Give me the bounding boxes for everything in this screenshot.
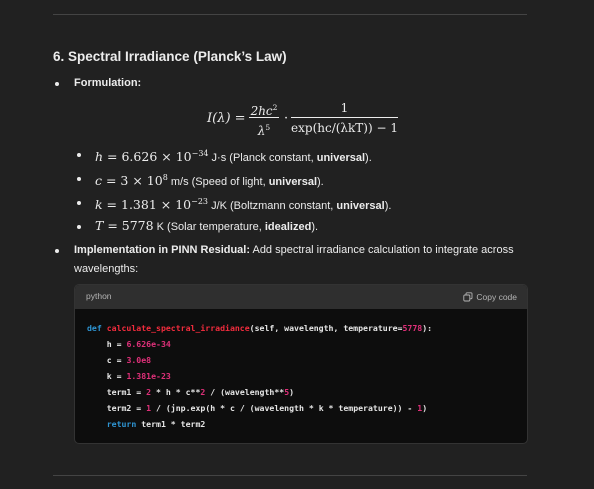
code-keyword-def: def bbox=[87, 323, 107, 333]
constant-c: c = 3 × 108 m/s (Speed of light, univers… bbox=[95, 171, 324, 189]
constant-t-qualifier: idealized bbox=[264, 221, 312, 233]
copy-code-label: Copy code bbox=[476, 292, 517, 302]
top-divider bbox=[53, 14, 527, 15]
code-c-assign: c = bbox=[87, 355, 127, 365]
bullet-implementation bbox=[55, 249, 59, 253]
constant-k-symbol: k bbox=[95, 197, 103, 212]
code-k-value: 1.381e-23 bbox=[126, 371, 171, 381]
code-term1-part-b: * h * c** bbox=[151, 387, 201, 397]
code-line-1: def calculate_spectral_irradiance(self, … bbox=[87, 323, 432, 333]
code-term1-end: ) bbox=[289, 387, 295, 397]
code-term1-part-c: / (wavelength** bbox=[205, 387, 285, 397]
section-heading: 6. Spectral Irradiance (Planck’s Law) bbox=[53, 49, 287, 64]
code-return-expr: term1 * term2 bbox=[136, 419, 206, 429]
implementation-label: Implementation in PINN Residual: bbox=[74, 244, 251, 256]
formula-fraction-1: 2hc2 λ5 bbox=[249, 100, 279, 138]
code-term2-assign: term2 = bbox=[87, 403, 147, 413]
constant-h-tail: ). bbox=[365, 152, 372, 164]
formula-lhs: I(λ) = bbox=[207, 111, 246, 126]
formula-frac2-num: 1 bbox=[340, 101, 349, 115]
copy-code-button[interactable]: Copy code bbox=[463, 290, 517, 304]
bullet-formulation bbox=[55, 82, 59, 86]
constant-h-value: = 6.626 × 10 bbox=[103, 149, 192, 164]
code-term2-end: ) bbox=[422, 403, 428, 413]
bullet-constant-t bbox=[77, 225, 81, 229]
code-block: python Copy code def calculate_spectral_… bbox=[74, 284, 528, 444]
code-line-6: term2 = 1 / (jnp.exp(h * c / (wavelength… bbox=[87, 403, 427, 413]
code-line-4: k = 1.381e-23 bbox=[87, 371, 171, 381]
constant-c-tail: ). bbox=[317, 176, 324, 188]
constant-c-value: = 3 × 10 bbox=[102, 173, 163, 188]
code-k-assign: k = bbox=[87, 371, 127, 381]
copy-icon bbox=[463, 292, 473, 302]
formula-frac2-den: exp(hc/(λkT)) − 1 bbox=[291, 121, 398, 135]
code-line-7: return term1 * term2 bbox=[87, 419, 206, 429]
implementation-text-1: Add spectral irradiance calculation to i… bbox=[250, 244, 514, 256]
code-line-5: term1 = 2 * h * c**2 / (wavelength**5) bbox=[87, 387, 294, 397]
constant-t-value: = 5778 bbox=[103, 218, 154, 233]
constant-c-symbol: c bbox=[95, 173, 103, 188]
bottom-divider bbox=[53, 475, 527, 476]
constant-k-value: = 1.381 × 10 bbox=[102, 197, 192, 212]
constant-k: k = 1.381 × 10−23 J/K (Boltzmann constan… bbox=[95, 195, 391, 213]
constant-k-tail: ). bbox=[384, 200, 392, 212]
code-keyword-return: return bbox=[87, 419, 137, 429]
code-args: (self, wavelength, temperature= bbox=[249, 323, 403, 333]
bullet-constant-k bbox=[77, 201, 81, 205]
implementation-line-1: Implementation in PINN Residual: Add spe… bbox=[74, 243, 514, 257]
constant-c-unit: m/s (Speed of light, bbox=[167, 176, 269, 188]
constant-k-qualifier: universal bbox=[336, 200, 385, 212]
constant-t-unit: K (Solar temperature, bbox=[153, 221, 265, 233]
formulation-label: Formulation: bbox=[74, 77, 142, 89]
formula-frac1-num: 2hc bbox=[250, 104, 273, 118]
constant-t: T = 5778 K (Solar temperature, idealized… bbox=[95, 219, 318, 234]
code-line-3: c = 3.0e8 bbox=[87, 355, 151, 365]
constant-k-unit: J/K (Boltzmann constant, bbox=[208, 200, 337, 212]
code-term1-assign: term1 = bbox=[87, 387, 147, 397]
code-line-2: h = 6.626e-34 bbox=[87, 339, 171, 349]
formula-cdot: · bbox=[284, 111, 289, 126]
code-default-temperature: 5778 bbox=[402, 323, 423, 333]
bullet-constant-c bbox=[77, 177, 81, 181]
code-c-value: 3.0e8 bbox=[126, 355, 152, 365]
bullet-constant-h bbox=[77, 153, 81, 157]
constant-h-qualifier: universal bbox=[316, 152, 366, 164]
constant-k-exponent: −23 bbox=[191, 197, 209, 206]
constant-h-exponent: −34 bbox=[191, 149, 209, 158]
code-h-value: 6.626e-34 bbox=[126, 339, 171, 349]
code-def-end: ): bbox=[422, 323, 433, 333]
code-h-assign: h = bbox=[87, 339, 127, 349]
constant-h-unit: J·s (Planck constant, bbox=[208, 152, 317, 164]
constant-h-symbol: h bbox=[95, 149, 104, 164]
formula-frac1-num-exp: 2 bbox=[272, 103, 278, 112]
code-function-name: calculate_spectral_irradiance bbox=[106, 323, 250, 333]
formula-frac1-den-exp: 5 bbox=[265, 123, 271, 132]
constant-t-tail: ). bbox=[311, 221, 319, 233]
implementation-line-2: wavelengths: bbox=[74, 263, 139, 275]
constant-c-qualifier: universal bbox=[268, 176, 318, 188]
constant-h: h = 6.626 × 10−34 J·s (Planck constant, … bbox=[95, 147, 372, 165]
formula-fraction-2: 1 exp(hc/(λkT)) − 1 bbox=[291, 100, 398, 136]
code-term2-part-b: / (jnp.exp(h * c / (wavelength * k * tem… bbox=[151, 403, 418, 413]
code-header: python Copy code bbox=[75, 285, 527, 309]
code-language-label: python bbox=[86, 291, 112, 301]
